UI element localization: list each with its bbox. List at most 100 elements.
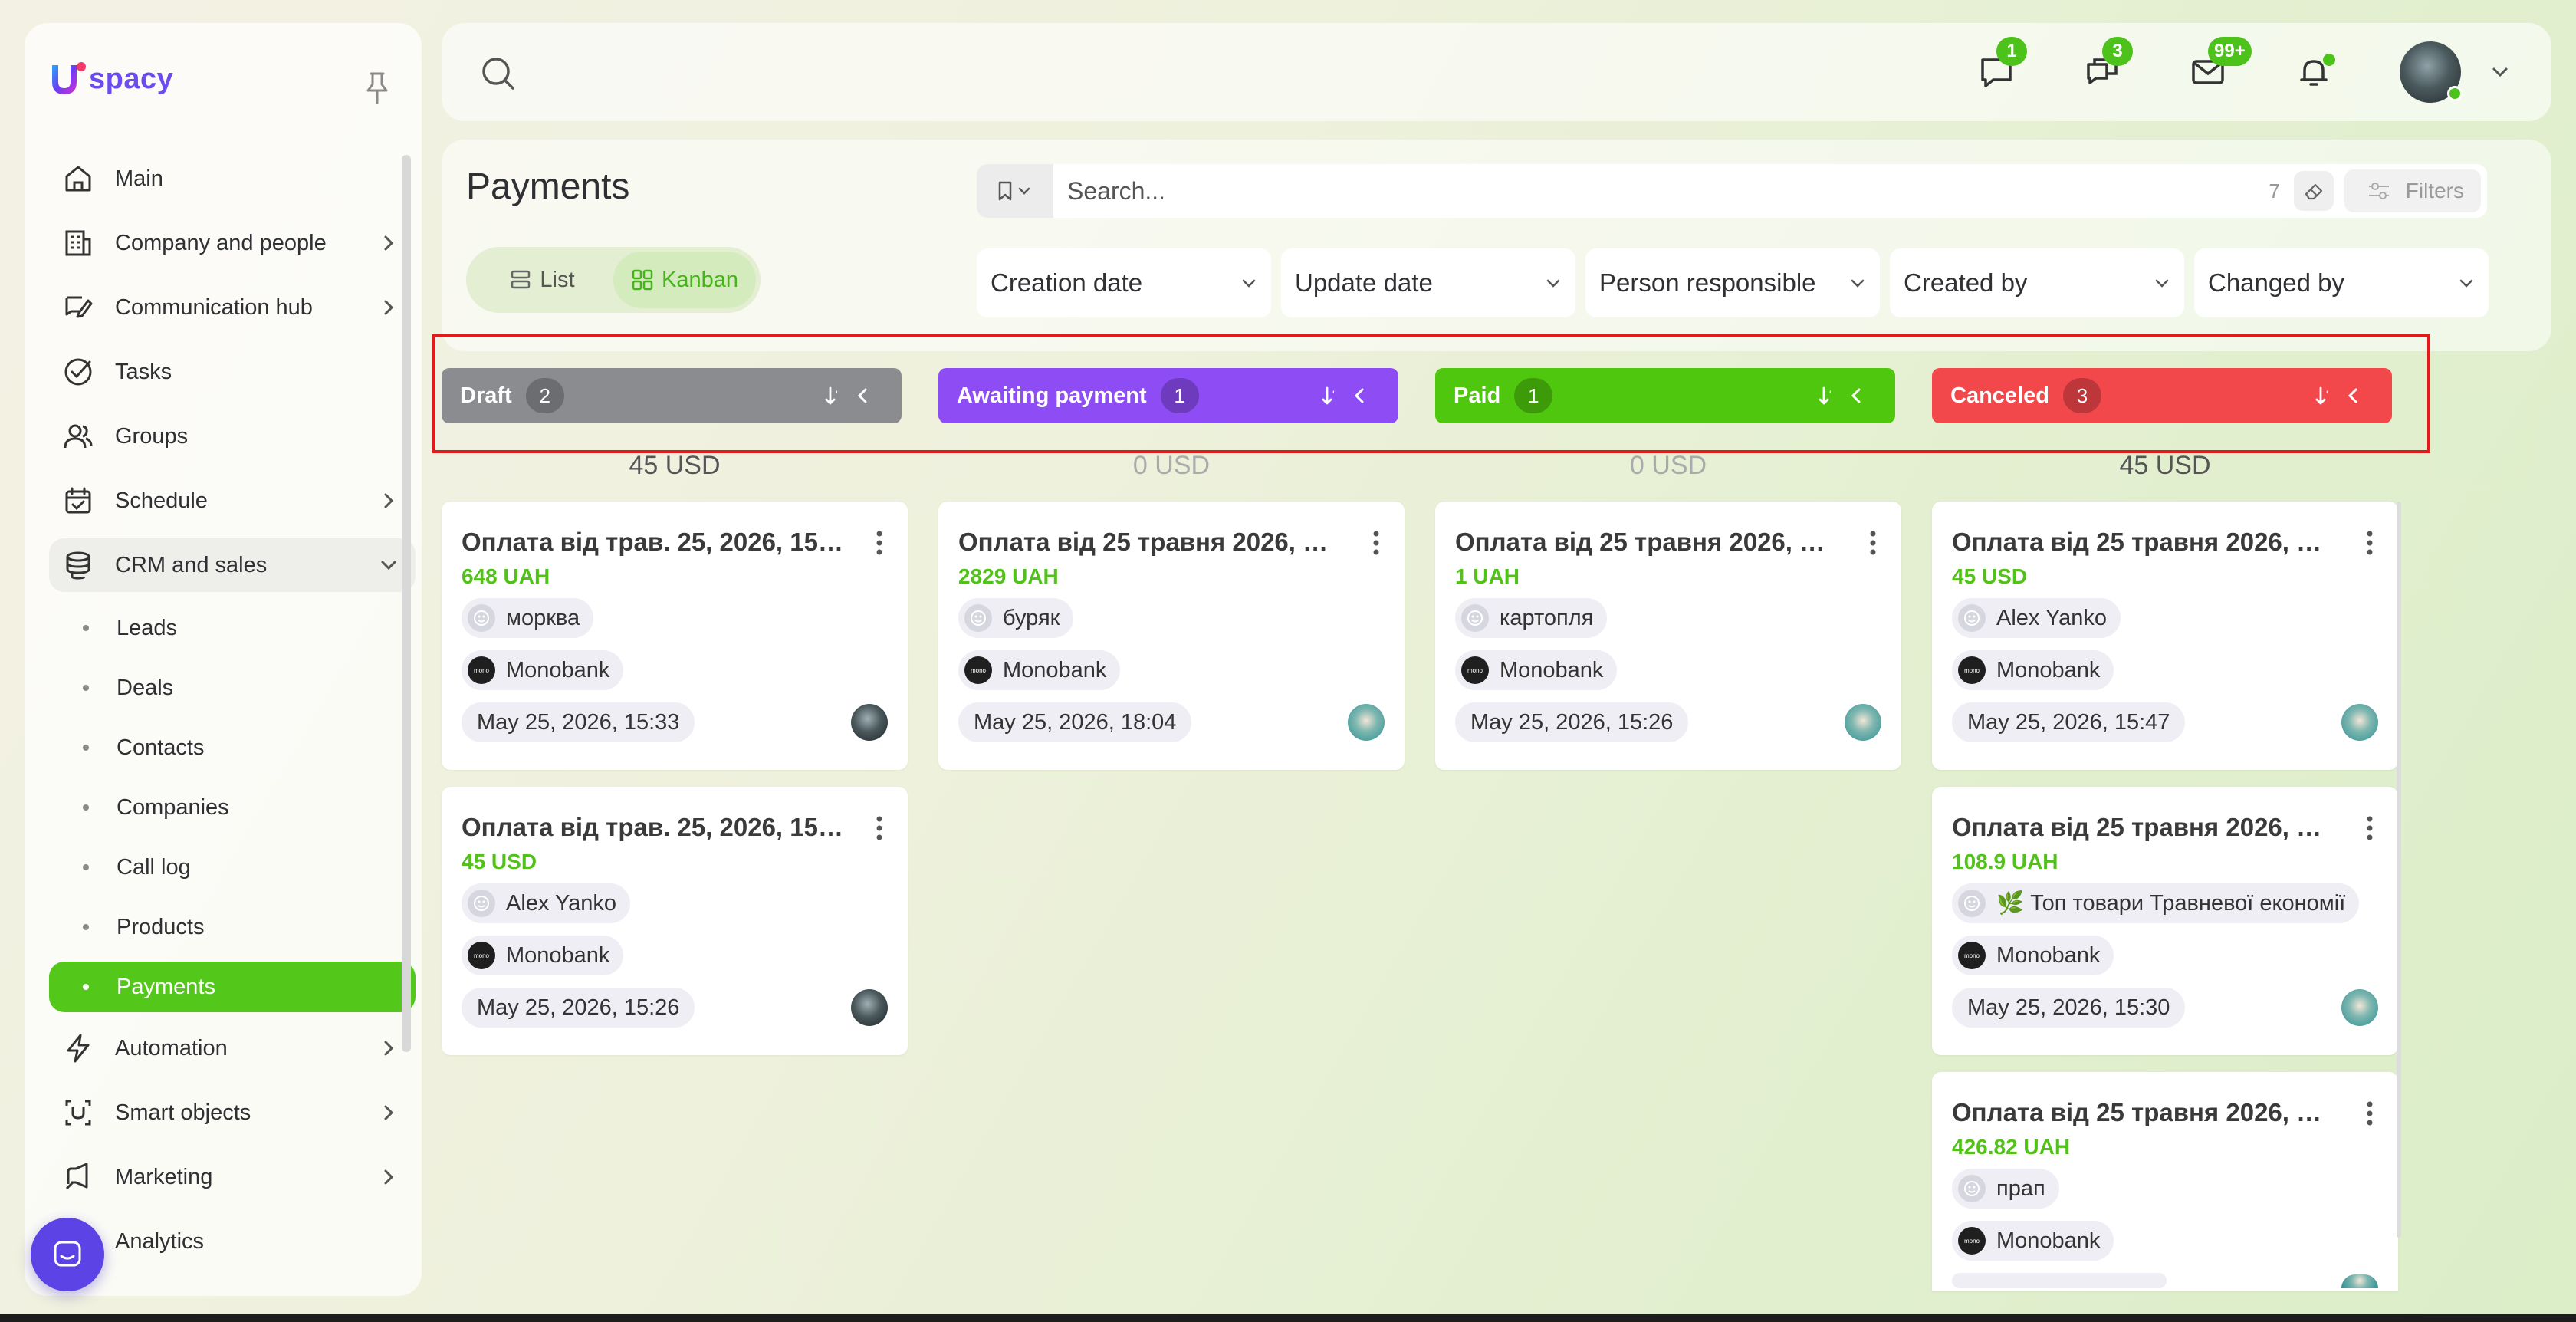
support-chat-button[interactable] bbox=[31, 1218, 104, 1291]
sidebar-item-automation[interactable]: Automation bbox=[49, 1021, 416, 1075]
pin-icon[interactable] bbox=[363, 71, 391, 106]
more-vertical-icon[interactable] bbox=[1371, 528, 1382, 558]
person-icon bbox=[468, 604, 495, 632]
bullet-dot bbox=[83, 685, 89, 691]
sidebar-item-company-and-people[interactable]: Company and people bbox=[49, 216, 416, 270]
responsible-avatar[interactable] bbox=[851, 704, 888, 741]
payment-card[interactable]: Оплата від 25 травня 2026, 15:30 108.9 UA… bbox=[1932, 787, 2398, 1055]
monobank-icon: mono bbox=[1461, 656, 1489, 684]
chevron-down-icon[interactable] bbox=[2489, 61, 2512, 84]
kanban-icon bbox=[632, 269, 653, 291]
contact-name: 🌿 Топ товари Травневої економії bbox=[1996, 891, 2346, 916]
logo[interactable]: spacy bbox=[48, 52, 173, 106]
sidebar-subitem-call-log[interactable]: Call log bbox=[49, 842, 416, 893]
contact-chip[interactable]: 🌿 Топ товари Травневої економії bbox=[1952, 883, 2360, 923]
sidebar-subitem-deals[interactable]: Deals bbox=[49, 663, 416, 713]
kanban-view-label: Kanban bbox=[662, 267, 738, 292]
sidebar-item-schedule[interactable]: Schedule bbox=[49, 474, 416, 528]
filter-changed-by[interactable]: Changed by bbox=[2194, 248, 2489, 317]
sidebar-item-analytics[interactable]: Analytics bbox=[49, 1215, 416, 1268]
sidebar-subitem-leads[interactable]: Leads bbox=[49, 603, 416, 653]
card-amount: 45 USD bbox=[462, 850, 537, 873]
more-vertical-icon[interactable] bbox=[874, 813, 885, 844]
payment-card[interactable]: Оплата від 25 травня 2026, 18:04 2829 UAH… bbox=[938, 502, 1405, 770]
filter-update-date[interactable]: Update date bbox=[1281, 248, 1576, 317]
sidebar-item-tasks[interactable]: Tasks bbox=[49, 345, 416, 399]
payment-method-chip: mono Monobank bbox=[1952, 650, 2114, 690]
filters-button[interactable]: Filters bbox=[2344, 169, 2481, 212]
more-vertical-icon[interactable] bbox=[874, 528, 885, 558]
responsible-avatar[interactable] bbox=[2341, 1274, 2378, 1288]
contact-name: картопля bbox=[1500, 605, 1594, 630]
chevron-right-icon bbox=[379, 233, 399, 253]
payment-card[interactable]: Оплата від 25 травня 2026, 15:26 1 UAH кар… bbox=[1435, 502, 1901, 770]
chevron-right-icon bbox=[379, 1167, 399, 1187]
contact-chip[interactable]: Alex Yanko bbox=[462, 883, 631, 923]
list-view-button[interactable]: List bbox=[471, 252, 613, 308]
contact-chip[interactable]: буряк bbox=[958, 598, 1074, 638]
responsible-avatar[interactable] bbox=[2341, 989, 2378, 1026]
contact-chip[interactable]: прап bbox=[1952, 1169, 2059, 1209]
user-avatar[interactable] bbox=[2400, 41, 2463, 103]
payment-method-chip: mono Monobank bbox=[1455, 650, 1618, 690]
sidebar-item-marketing[interactable]: Marketing bbox=[49, 1150, 416, 1204]
date-chip bbox=[1952, 1273, 2167, 1288]
payment-method-chip: mono Monobank bbox=[1952, 936, 2114, 975]
more-vertical-icon[interactable] bbox=[1868, 528, 1878, 558]
chats-button[interactable]: 3 bbox=[2079, 37, 2133, 95]
bullet-dot bbox=[83, 924, 89, 930]
more-vertical-icon[interactable] bbox=[2364, 813, 2375, 844]
contact-name: Alex Yanko bbox=[506, 890, 617, 916]
payment-card[interactable]: Оплата від трав. 25, 2026, 15:33 648 UAH м… bbox=[442, 502, 908, 770]
kanban-view-button[interactable]: Kanban bbox=[613, 252, 756, 308]
filter-created-by[interactable]: Created by bbox=[1890, 248, 2184, 317]
column-scrollbar[interactable] bbox=[2397, 502, 2401, 1238]
sidebar-scrollbar[interactable] bbox=[402, 155, 411, 1052]
sidebar-item-groups[interactable]: Groups bbox=[49, 409, 416, 463]
responsible-avatar[interactable] bbox=[851, 989, 888, 1026]
sidebar-item-main[interactable]: Main bbox=[49, 152, 416, 206]
sidebar-subitem-label: Products bbox=[117, 914, 205, 939]
contact-chip[interactable]: морква bbox=[462, 598, 594, 638]
saved-filters-button[interactable] bbox=[977, 164, 1053, 218]
responsible-avatar[interactable] bbox=[1348, 704, 1385, 741]
responsible-avatar[interactable] bbox=[2341, 704, 2378, 741]
chevron-right-icon bbox=[379, 1038, 399, 1058]
filter-person-responsible[interactable]: Person responsible bbox=[1585, 248, 1880, 317]
messages-button[interactable]: 1 bbox=[1973, 37, 2027, 95]
check-circle-icon bbox=[60, 354, 97, 390]
chat-bubble-icon bbox=[54, 1241, 81, 1267]
more-vertical-icon[interactable] bbox=[2364, 1098, 2375, 1129]
sidebar-subitem-companies[interactable]: Companies bbox=[49, 782, 416, 833]
sidebar-item-communication-hub[interactable]: Communication hub bbox=[49, 281, 416, 334]
filter-creation-date[interactable]: Creation date bbox=[977, 248, 1271, 317]
sidebar-subitem-payments[interactable]: Payments bbox=[49, 962, 416, 1012]
more-vertical-icon[interactable] bbox=[2364, 528, 2375, 558]
sidebar-item-label: Automation bbox=[115, 1035, 228, 1061]
payment-card[interactable]: Оплата від 25 травня 2026, 15:20 426.82 U… bbox=[1932, 1072, 2398, 1291]
person-icon bbox=[1461, 604, 1489, 632]
clear-search-button[interactable] bbox=[2294, 171, 2334, 211]
monobank-icon: mono bbox=[1958, 1227, 1986, 1255]
payment-method-name: Monobank bbox=[1996, 657, 2101, 682]
search-icon[interactable] bbox=[478, 54, 518, 94]
sidebar-item-crm-and-sales[interactable]: CRM and sales bbox=[49, 538, 416, 592]
search-input[interactable] bbox=[1053, 176, 2269, 206]
sidebar-item-smart-objects[interactable]: Smart objects bbox=[49, 1086, 416, 1139]
contact-chip[interactable]: картопля bbox=[1455, 598, 1608, 638]
mail-button[interactable]: 99+ bbox=[2185, 37, 2252, 95]
notifications-button[interactable] bbox=[2291, 49, 2337, 95]
sidebar-item-label: Analytics bbox=[115, 1228, 205, 1254]
chevron-down-icon bbox=[1242, 279, 1256, 288]
contact-chip[interactable]: Alex Yanko bbox=[1952, 598, 2121, 638]
megaphone-icon bbox=[60, 1159, 97, 1195]
sidebar-subitem-contacts[interactable]: Contacts bbox=[49, 722, 416, 773]
payment-card[interactable]: Оплата від трав. 25, 2026, 15:26 45 USD Al… bbox=[442, 787, 908, 1055]
sidebar-subitem-products[interactable]: Products bbox=[49, 902, 416, 952]
card-title: Оплата від 25 травня 2026, 15:30 bbox=[1952, 813, 2335, 841]
payment-card[interactable]: Оплата від 25 травня 2026, 15:47 45 USD Al… bbox=[1932, 502, 2398, 770]
contact-name: буряк bbox=[1003, 605, 1060, 630]
column-total: 45 USD bbox=[2119, 451, 2211, 480]
responsible-avatar[interactable] bbox=[1845, 704, 1881, 741]
sidebar-item-label: Tasks bbox=[115, 359, 172, 384]
